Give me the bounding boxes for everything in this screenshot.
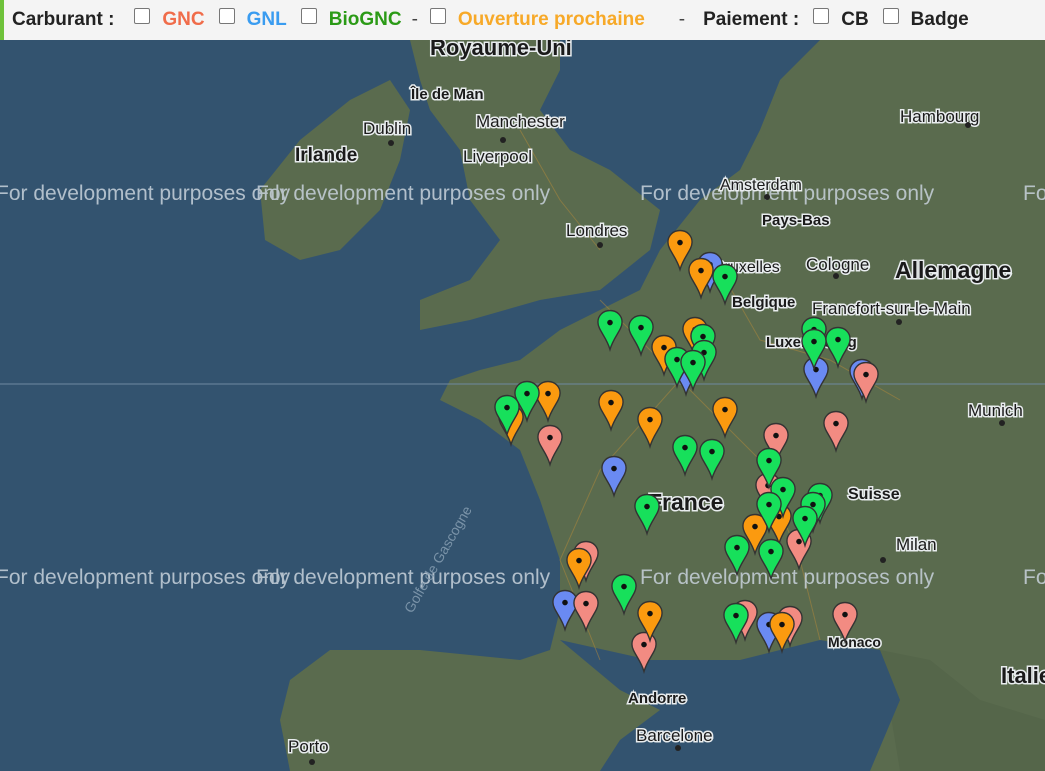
city-label: Milan [896, 535, 937, 554]
cb-checkbox[interactable] [813, 8, 830, 24]
country-label: Pays-Bas [762, 212, 830, 229]
watermark-text: For development purposes only [256, 182, 551, 205]
country-label: Andorre [628, 690, 686, 707]
watermark-text: For development purposes only [256, 566, 551, 589]
country-label: Allemagne [895, 257, 1011, 283]
country-label: Belgique [732, 294, 795, 311]
ouverture-checkbox[interactable] [429, 8, 446, 24]
gnc-option-label[interactable]: GNC [162, 9, 204, 31]
paiement-label: Paiement : [703, 9, 800, 30]
gnl-option-label[interactable]: GNL [247, 9, 287, 31]
watermark-text: For development purposes only [0, 566, 291, 589]
biognc-checkbox[interactable] [300, 8, 317, 24]
map-canvas[interactable]: For development purposes only For develo… [0, 40, 1045, 771]
city-label: Amsterdam [720, 177, 802, 194]
country-label: Suisse [848, 486, 900, 503]
city-label: Cologne [806, 255, 869, 274]
city-label: Liverpool [463, 147, 532, 166]
watermark-text: For development purposes only [1023, 182, 1045, 205]
ouverture-option-label[interactable]: Ouverture prochaine [458, 9, 645, 31]
city-label: Francfort-sur-le-Main [812, 299, 971, 318]
watermark-text: For development purposes only [0, 182, 291, 205]
country-label: Monaco [828, 634, 881, 650]
gnl-checkbox[interactable] [218, 8, 235, 24]
country-label: Irlande [295, 145, 357, 166]
country-label: France [648, 489, 723, 515]
gnc-checkbox[interactable] [134, 8, 151, 24]
badge-option-label[interactable]: Badge [911, 9, 969, 31]
separator-2: - [678, 9, 686, 30]
city-label: Londres [566, 221, 627, 240]
city-label: Munich [968, 401, 1023, 420]
biognc-option-label[interactable]: BioGNC [329, 9, 402, 31]
city-label: Manchester [476, 112, 565, 131]
city-label: Dublin [363, 119, 411, 138]
carburant-label: Carburant : [12, 9, 115, 30]
watermark-text: For development purposes only [1023, 566, 1045, 589]
place-label: Île de Man [410, 85, 484, 103]
city-label: Porto [288, 737, 329, 756]
country-label: Royaume-Uni [430, 40, 572, 60]
stations-map[interactable]: For development purposes only For develo… [0, 40, 1045, 771]
watermark-text: For development purposes only [640, 566, 935, 589]
fuel-filter-bar: Carburant : GNC GNL BioGNC - Ouverture p… [0, 0, 1045, 40]
city-label: Barcelone [636, 726, 713, 745]
cb-option-label[interactable]: CB [841, 9, 868, 31]
badge-checkbox[interactable] [882, 8, 899, 24]
country-label: Italie [1001, 663, 1045, 688]
separator: - [411, 9, 418, 30]
